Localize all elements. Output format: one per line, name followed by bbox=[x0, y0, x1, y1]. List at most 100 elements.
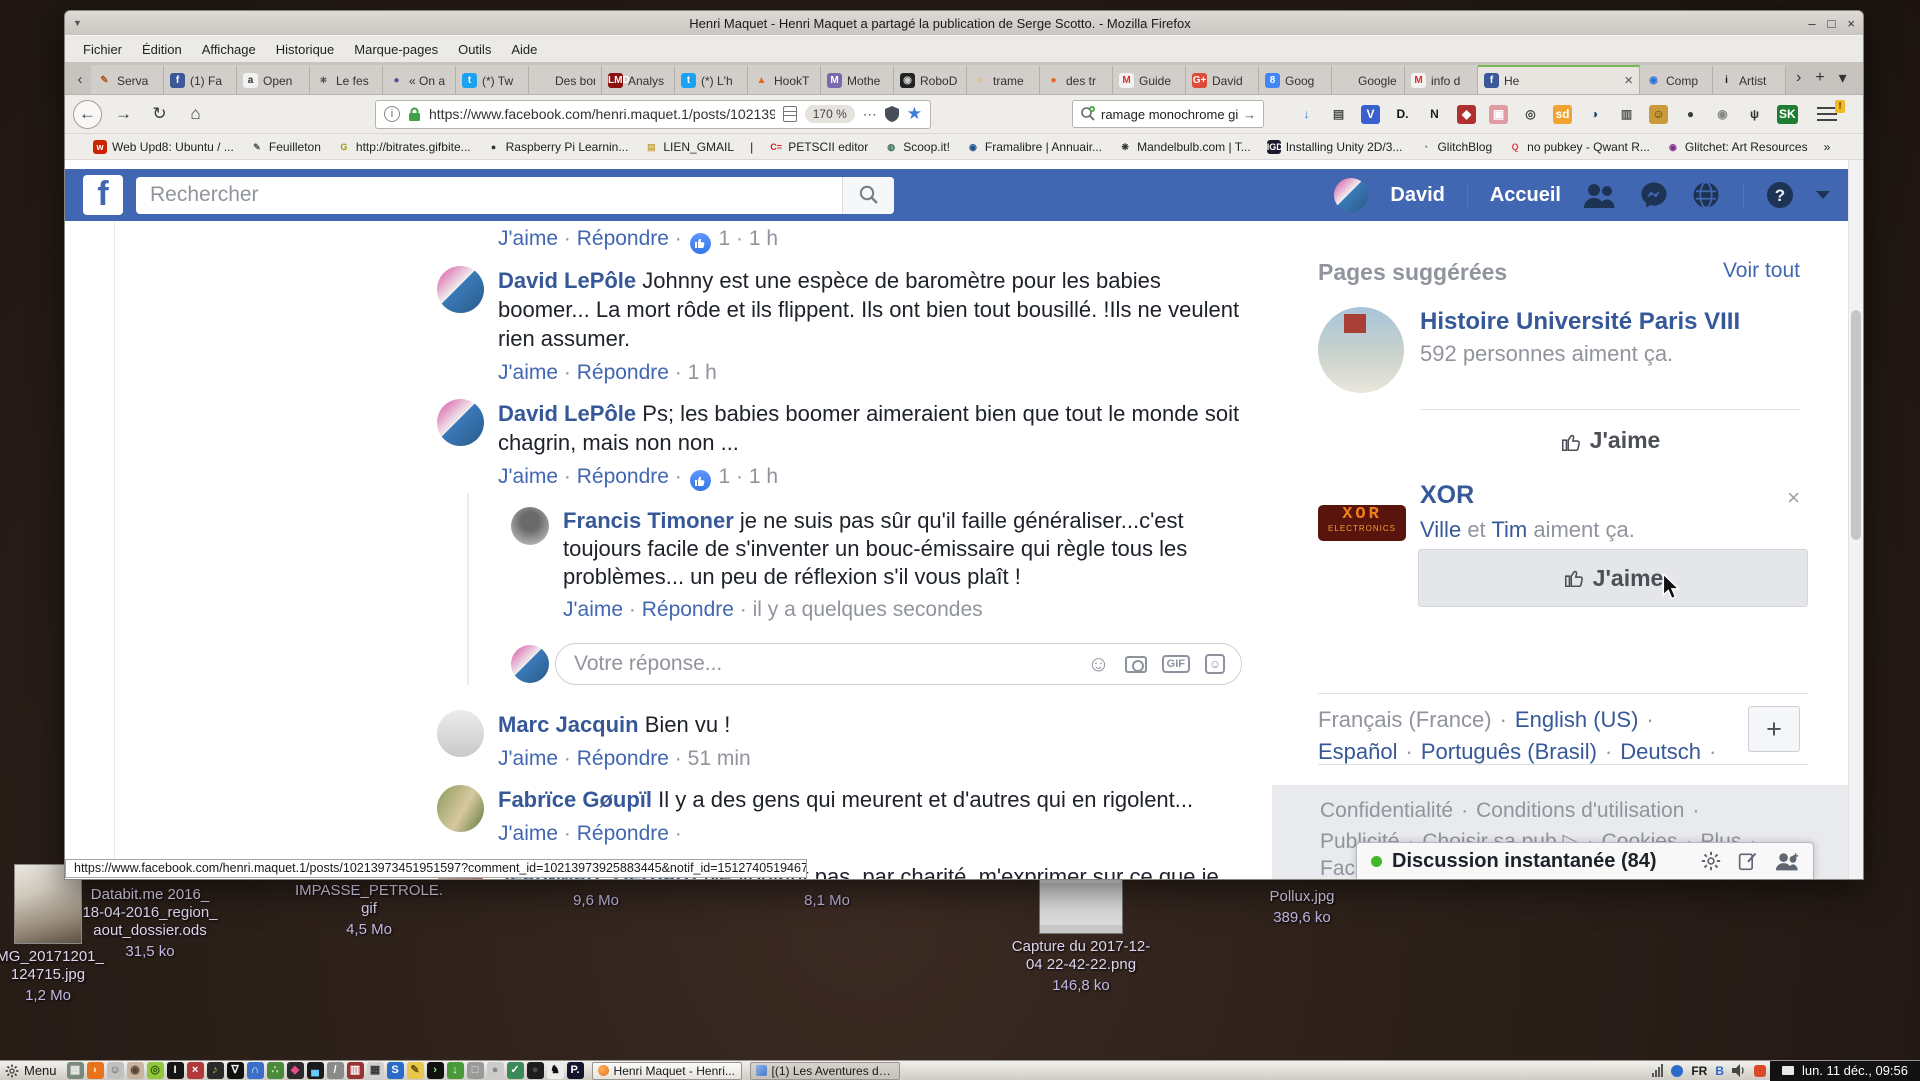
desktop-file[interactable]: Pollux.jpg 389,6 ko bbox=[1192, 888, 1412, 927]
profile-link[interactable]: David bbox=[1390, 184, 1444, 207]
like-link[interactable]: J'aime bbox=[563, 598, 623, 621]
like-link[interactable]: J'aime bbox=[498, 747, 558, 770]
menubar-item[interactable]: Outils bbox=[448, 38, 501, 61]
reply-link[interactable]: Répondre bbox=[577, 361, 669, 384]
chat-bar[interactable]: Discussion instantanée (84) bbox=[1356, 842, 1814, 879]
reload-button[interactable]: ↻ bbox=[145, 100, 174, 129]
browser-tab[interactable]: ○ trame bbox=[967, 65, 1040, 94]
launcher-icon[interactable]: ● bbox=[527, 1062, 544, 1079]
home-link[interactable]: Accueil bbox=[1490, 184, 1561, 207]
launcher-icon[interactable]: ▦ bbox=[367, 1062, 384, 1079]
launcher-icon[interactable]: ▥ bbox=[347, 1062, 364, 1079]
window-menu-icon[interactable]: ▼ bbox=[73, 18, 95, 28]
search-engine-icon[interactable] bbox=[1080, 106, 1096, 122]
launcher-icon[interactable]: ∴ bbox=[267, 1062, 284, 1079]
search-bar[interactable]: ramage monochrome gim → bbox=[1072, 100, 1264, 128]
launcher-icon[interactable]: ↓ bbox=[447, 1062, 464, 1079]
comment-author[interactable]: Francis Timoner bbox=[563, 508, 734, 533]
launcher-icon[interactable]: I bbox=[167, 1062, 184, 1079]
language-link[interactable]: Português (Brasil) bbox=[1421, 736, 1597, 768]
avatar[interactable] bbox=[511, 507, 549, 545]
browser-tab[interactable]: ● « On a bbox=[383, 65, 456, 94]
tab-list-icon[interactable]: ▾ bbox=[1839, 68, 1847, 88]
desktop-file[interactable]: 8,1 Mo bbox=[717, 889, 937, 910]
browser-tab[interactable]: f (1) Fa bbox=[164, 65, 237, 94]
launcher-icon[interactable]: P. bbox=[567, 1062, 584, 1079]
applications-menu-button[interactable]: Menu bbox=[5, 1063, 63, 1078]
taskbar-window-button[interactable]: [(1) Les Aventures de... bbox=[750, 1062, 900, 1080]
browser-tab[interactable]: t (*) Tw bbox=[456, 65, 529, 94]
comment-time[interactable]: il y a quelques secondes bbox=[753, 598, 983, 621]
browser-tab[interactable]: t (*) L'h bbox=[675, 65, 748, 94]
zoom-level-badge[interactable]: 170 % bbox=[805, 105, 855, 123]
comment-time[interactable]: 1 h bbox=[749, 465, 778, 488]
see-all-link[interactable]: Voir tout bbox=[1723, 259, 1800, 286]
messenger-tray-icon[interactable] bbox=[1671, 1065, 1683, 1077]
comment-time[interactable]: 1 h bbox=[749, 227, 778, 250]
footer-link[interactable]: Conditions d'utilisation bbox=[1476, 795, 1684, 826]
launcher-icon[interactable]: ✎ bbox=[407, 1062, 424, 1079]
desktop-file[interactable]: Capture du 2017-12- 04 22-42-22.png 146,… bbox=[971, 872, 1191, 995]
facebook-logo[interactable]: f bbox=[83, 175, 123, 215]
addon-icon[interactable]: ψ bbox=[1745, 105, 1764, 124]
menubar-item[interactable]: Marque-pages bbox=[344, 38, 448, 61]
update-notifier-icon[interactable] bbox=[1754, 1065, 1766, 1077]
bookmark-star-icon[interactable]: ★ bbox=[907, 104, 922, 124]
addon-icon[interactable]: ▣ bbox=[1489, 105, 1508, 124]
addon-icon[interactable]: ● bbox=[1681, 105, 1700, 124]
bluetooth-icon[interactable]: B bbox=[1715, 1064, 1724, 1078]
chat-settings-gear-icon[interactable] bbox=[1701, 851, 1721, 871]
url-bar[interactable]: i https://www.facebook.com/henri.maquet.… bbox=[375, 100, 931, 129]
like-count-badge[interactable] bbox=[690, 470, 711, 491]
browser-tab[interactable]: 8 Goog bbox=[1259, 65, 1332, 94]
addon-icon[interactable]: SK bbox=[1777, 105, 1798, 124]
gif-icon[interactable]: GIF bbox=[1162, 655, 1190, 673]
browser-tab[interactable]: M info d bbox=[1405, 65, 1478, 94]
desktop-file[interactable]: 9,6 Mo bbox=[486, 889, 706, 910]
browser-tab[interactable]: ✎ Serva bbox=[91, 65, 164, 94]
comment-author[interactable]: David LePôle bbox=[498, 401, 636, 426]
messenger-icon[interactable] bbox=[1639, 180, 1669, 210]
notifications-globe-icon[interactable] bbox=[1691, 180, 1721, 210]
browser-tab[interactable]: ◉ Comp bbox=[1640, 65, 1713, 94]
facebook-search[interactable]: Rechercher bbox=[136, 177, 894, 214]
reply-link[interactable]: Répondre bbox=[577, 747, 669, 770]
bookmark-item[interactable]: ◍ Scoop.it! bbox=[884, 140, 950, 154]
like-page-button[interactable]: J'aime bbox=[1418, 549, 1808, 607]
launcher-icon[interactable]: ● bbox=[487, 1062, 504, 1079]
keyboard-layout-indicator[interactable]: FR bbox=[1691, 1064, 1707, 1078]
bookmark-item[interactable]: Q no pubkey - Qwant R... bbox=[1508, 140, 1650, 154]
menubar-item[interactable]: Édition bbox=[132, 38, 192, 61]
scrollbar-thumb[interactable] bbox=[1851, 310, 1861, 540]
page-image[interactable] bbox=[1318, 307, 1404, 393]
reply-link[interactable]: Répondre bbox=[642, 598, 734, 621]
bookmark-item[interactable]: G http://bitrates.gifbite... bbox=[337, 140, 471, 154]
friend-requests-icon[interactable] bbox=[1583, 182, 1617, 208]
reply-link[interactable]: Répondre bbox=[577, 227, 669, 250]
close-button[interactable]: × bbox=[1847, 16, 1855, 31]
browser-tab[interactable]: a Open bbox=[237, 65, 310, 94]
launcher-icon[interactable]: ♞ bbox=[547, 1062, 564, 1079]
addon-icon[interactable]: sd bbox=[1553, 105, 1572, 124]
like-count-badge[interactable] bbox=[690, 233, 711, 254]
browser-tab[interactable]: f He × bbox=[1478, 65, 1640, 94]
browser-tab[interactable]: ▲ HookT bbox=[748, 65, 821, 94]
launcher-icon[interactable]: ◎ bbox=[147, 1062, 164, 1079]
tab-scroll-left-icon[interactable]: ‹ bbox=[69, 71, 91, 94]
avatar[interactable] bbox=[437, 399, 484, 446]
search-go-icon[interactable]: → bbox=[1243, 107, 1256, 122]
browser-tab[interactable]: i Artist bbox=[1713, 65, 1786, 94]
new-tab-button[interactable]: + bbox=[1815, 69, 1824, 87]
taskbar-window-button[interactable]: Henri Maquet - Henri... bbox=[592, 1062, 742, 1080]
browser-tab[interactable]: ◉ RoboD bbox=[894, 65, 967, 94]
desktop-file[interactable]: IMPASSE_PETROLE. gif 4,5 Mo bbox=[259, 882, 479, 939]
window-titlebar[interactable]: ▼ Henri Maquet - Henri Maquet a partagé … bbox=[65, 11, 1863, 35]
camera-icon[interactable] bbox=[1125, 656, 1147, 673]
bookmark-item[interactable]: C= PETSCII editor bbox=[769, 140, 868, 154]
page-actions-icon[interactable]: ⋯ bbox=[863, 106, 877, 123]
scrollbar[interactable] bbox=[1848, 160, 1863, 879]
hamburger-menu-icon[interactable]: ! bbox=[1817, 107, 1837, 121]
browser-tab[interactable]: M Guide bbox=[1113, 65, 1186, 94]
clock[interactable]: lun. 11 déc., 09:56 bbox=[1770, 1061, 1920, 1081]
browser-tab[interactable]: LMD Analys bbox=[602, 65, 675, 94]
